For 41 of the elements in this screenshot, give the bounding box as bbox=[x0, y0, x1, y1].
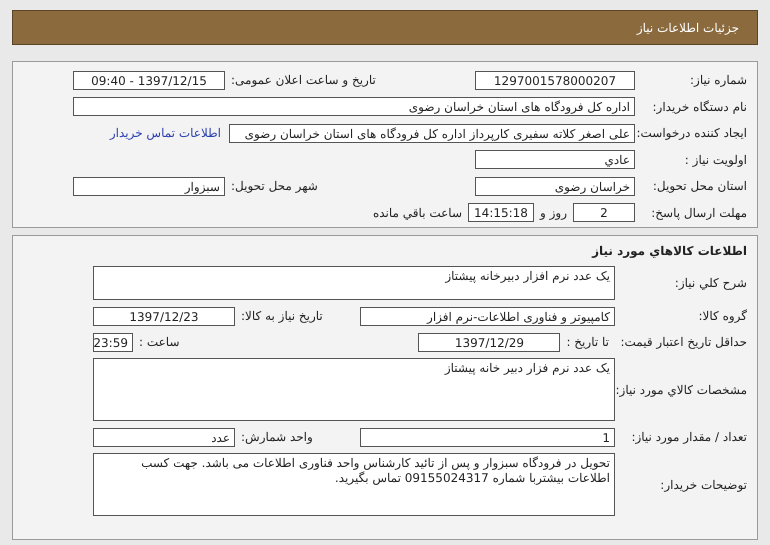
field-label: تا تاریخ : bbox=[566, 335, 609, 349]
field-label: تعداد / مقدار مورد نیاز: bbox=[630, 430, 748, 444]
field-label: شماره نیاز: bbox=[689, 73, 748, 87]
text-area[interactable]: تحویل در فرودگاه سبزوار و پس از تائید کارشناس واحد فناوری اطلاعات می باشد. جهت کسب اطلاعات بیشتربا شماره 09155024317 تماس بگیرید. bbox=[93, 453, 615, 516]
field-label: روز و bbox=[540, 206, 567, 220]
field-label: حداقل تاریخ اعتبار قیمت: bbox=[619, 335, 748, 349]
text-field[interactable]: عدد bbox=[93, 428, 235, 446]
field-label: نام دستگاه خریدار: bbox=[652, 100, 748, 114]
text-field[interactable]: سبزوار bbox=[73, 176, 225, 196]
field-label: اولویت نیاز : bbox=[684, 152, 748, 166]
field-label: تاریخ و ساعت اعلان عمومی: bbox=[231, 73, 376, 87]
text-field[interactable]: کامپیوتر و فناوری اطلاعات-نرم افزار bbox=[360, 306, 615, 326]
field-label: گروه کالا: bbox=[698, 309, 748, 323]
text-field[interactable]: 1 bbox=[360, 428, 615, 446]
field-label: ایجاد کننده درخواست: bbox=[635, 126, 748, 140]
text-area[interactable]: یک عدد نرم افزار دبیرخانه پیشتاز bbox=[93, 266, 615, 300]
text-field[interactable]: علی اصغر کلاته سفیری کارپرداز اداره کل فرودگاه های استان خراسان رضوی bbox=[229, 124, 635, 142]
field-label: مهلت ارسال پاسخ: bbox=[650, 206, 748, 220]
field-label: تاریخ نیاز به کالا: bbox=[241, 309, 323, 323]
field-label: ساعت : bbox=[139, 335, 180, 349]
text-field[interactable]: 2 bbox=[573, 203, 635, 222]
field-label: واحد شمارش: bbox=[241, 430, 313, 444]
field-label: شهر محل تحویل: bbox=[231, 179, 318, 193]
text-field[interactable]: 1297001578000207 bbox=[475, 70, 635, 90]
text-field[interactable]: 14:15:18 bbox=[468, 203, 534, 222]
text-field[interactable]: عادي bbox=[475, 150, 635, 169]
field-label: شرح کلي نياز: bbox=[674, 276, 748, 290]
text-area[interactable]: یک عدد نرم فزار دبیر خانه پیشتاز bbox=[93, 358, 615, 421]
page-title: جزئیات اطلاعات نیاز bbox=[636, 20, 739, 34]
field-label: استان محل تحویل: bbox=[652, 179, 748, 193]
text-field[interactable]: 1397/12/29 bbox=[418, 332, 560, 352]
field-label: توضیحات خریدار: bbox=[659, 478, 748, 492]
text-field[interactable]: خراسان رضوی bbox=[475, 176, 635, 196]
text-field[interactable]: 23:59 bbox=[93, 332, 133, 352]
field-label: ساعت باقي مانده bbox=[372, 206, 462, 220]
text-field[interactable]: اداره کل فرودگاه های استان خراسان رضوی bbox=[73, 97, 635, 116]
section-title: اطلاعات کالاهاي مورد نياز bbox=[590, 243, 748, 260]
contact-link[interactable]: اطلاعات تماس خریدار bbox=[110, 126, 221, 140]
field-label: مشخصات کالاي مورد نياز: bbox=[615, 382, 748, 396]
text-field[interactable]: 1397/12/23 bbox=[93, 306, 235, 326]
text-field[interactable]: 1397/12/15 - 09:40 bbox=[73, 70, 225, 90]
